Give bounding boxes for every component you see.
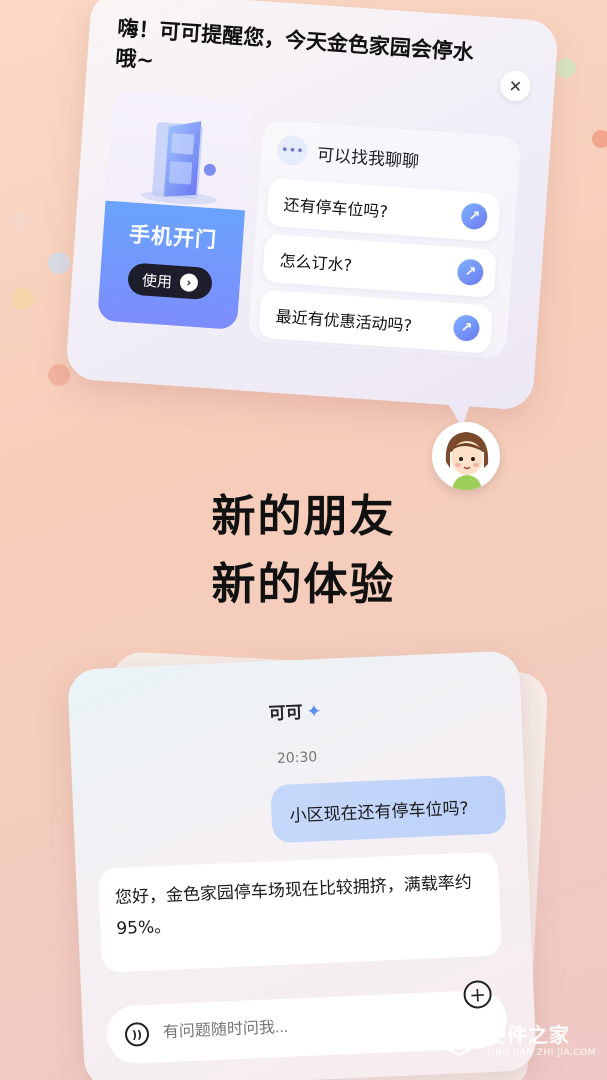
chat-title: 可可 ✦ — [69, 688, 522, 733]
watermark-url: YING JIAN ZHI JIA.COM — [486, 1047, 597, 1058]
use-button[interactable]: 使用 › — [126, 262, 213, 301]
background-dot — [12, 288, 34, 310]
chat-input[interactable] — [162, 1012, 424, 1043]
sparkle-icon: ✦ — [306, 701, 323, 723]
suggestion-text: 最近有优惠活动吗? — [275, 306, 413, 336]
plus-icon[interactable]: + — [462, 979, 493, 1010]
suggestion-item[interactable]: 怎么订水? ↗ — [262, 233, 497, 298]
arrow-up-right-icon: ↗ — [456, 258, 485, 287]
chat-bubble-icon: ••• — [276, 134, 309, 167]
door-label: 手机开门 — [128, 222, 218, 253]
background-dot — [12, 212, 30, 230]
background-dot — [592, 130, 607, 148]
assistant-message-text: 您好，金色家园停车场现在比较拥挤，满载率约95%。 — [114, 872, 473, 940]
background-dot — [48, 252, 70, 274]
suggestion-item[interactable]: 最近有优惠活动吗? ↗ — [258, 289, 494, 354]
close-icon[interactable]: ✕ — [499, 69, 532, 102]
background-dot — [556, 58, 576, 78]
reminder-title: 嗨！可可提醒您，今天金色家园会停水哦~ — [114, 16, 475, 73]
suggestion-panel: ••• 可以找我聊聊 还有停车位吗? ↗ 怎么订水? ↗ 最近有优惠活动吗? ↗ — [248, 119, 521, 359]
use-button-label: 使用 — [141, 270, 173, 291]
assistant-message-bubble: 您好，金色家园停车场现在比较拥挤，满载率约95%。 — [97, 851, 502, 973]
suggestion-header: ••• 可以找我聊聊 — [276, 134, 420, 175]
chat-timestamp: 20:30 — [276, 749, 318, 767]
door-icon — [140, 121, 217, 205]
reminder-card: 嗨！可可提醒您，今天金色家园会停水哦~ ✕ 手机开门 使用 › ••• 可以找我… — [64, 0, 560, 429]
phone-open-door-tile[interactable]: 手机开门 使用 › — [97, 90, 253, 331]
suggestion-item[interactable]: 还有停车位吗? ↗ — [266, 177, 501, 243]
chevron-right-icon: › — [179, 273, 199, 293]
voice-icon[interactable]: )) — [124, 1021, 150, 1047]
headline-line-1: 新的朋友 — [211, 491, 396, 542]
chat-title-text: 可可 — [268, 702, 304, 725]
suggestion-text: 还有停车位吗? — [282, 195, 389, 222]
user-message-bubble: 小区现在还有停车位吗? — [270, 775, 507, 844]
headline-line-2: 新的体验 — [211, 559, 396, 610]
arrow-up-right-icon: ↗ — [460, 202, 489, 231]
arrow-up-right-icon: ↗ — [452, 314, 481, 342]
user-message-text: 小区现在还有停车位吗? — [289, 798, 469, 826]
watermark-name: 硬件之家 — [486, 1022, 570, 1047]
watermark: 硬件之家 YING JIAN ZHI JIA.COM — [440, 1008, 607, 1068]
suggestion-text: 怎么订水? — [279, 250, 353, 275]
watermark-logo-icon — [441, 1019, 477, 1057]
background-dot — [48, 364, 70, 386]
suggestion-header-label: 可以找我聊聊 — [316, 144, 420, 172]
door-action-panel: 手机开门 使用 › — [97, 200, 246, 331]
